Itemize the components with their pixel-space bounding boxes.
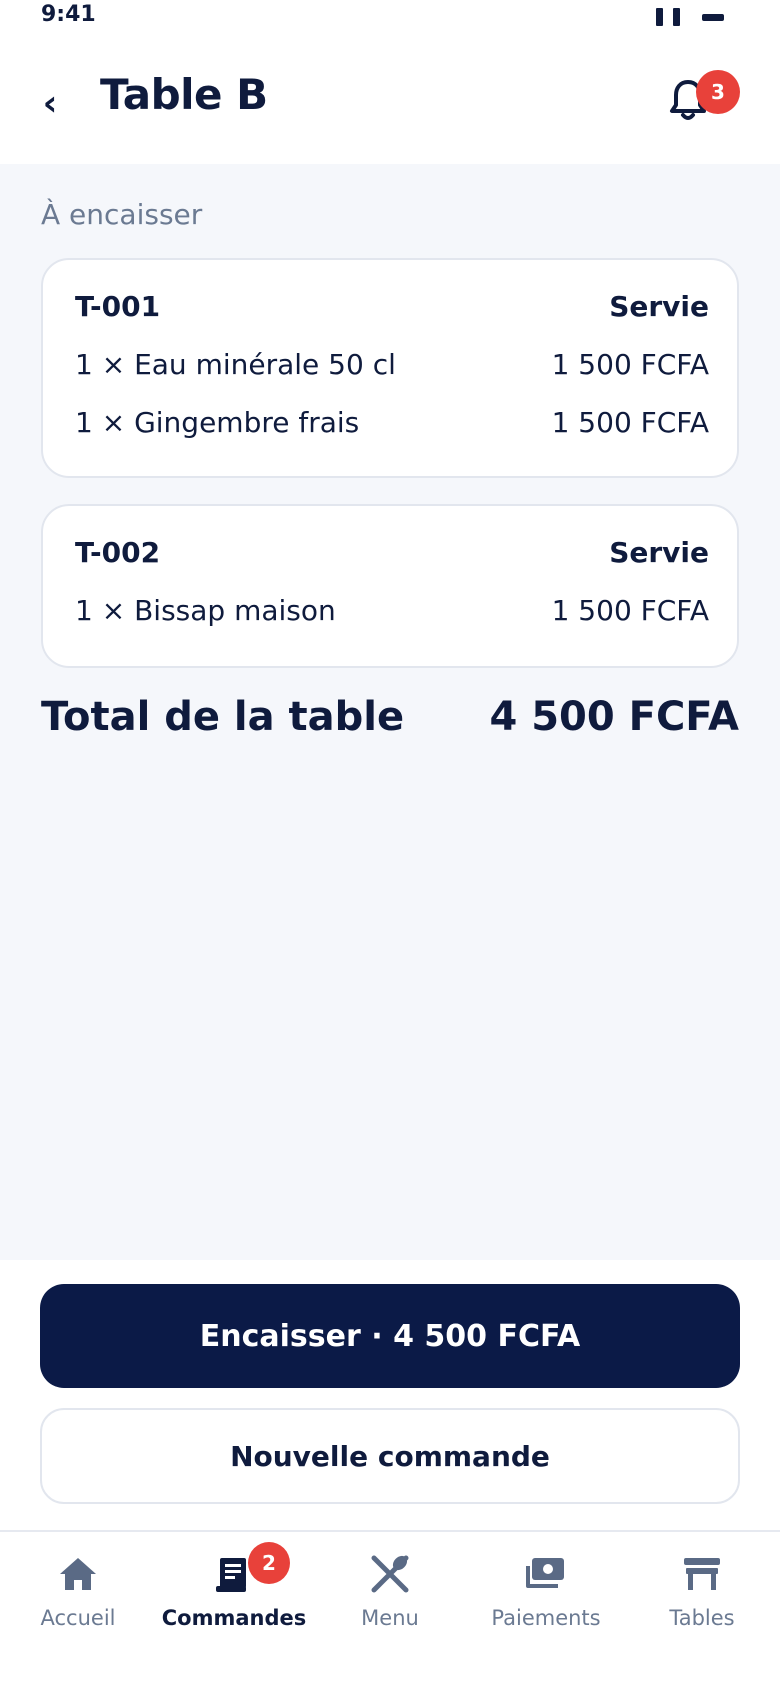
- status-bar: 9:41: [0, 0, 780, 40]
- item-price: 1 500 FCFA: [551, 348, 709, 381]
- tab-menu[interactable]: Menu: [312, 1550, 468, 1660]
- table-total: Total de la table 4 500 FCFA: [41, 694, 739, 740]
- action-bar: Encaisser · 4 500 FCFA Nouvelle commande: [0, 1260, 780, 1530]
- total-label: Total de la table: [41, 694, 405, 740]
- orders-badge: 2: [248, 1542, 290, 1584]
- order-header: T-002 Servie: [75, 536, 709, 569]
- order-item: 1 × Bissap maison 1 500 FCFA: [75, 594, 709, 627]
- orders-icon: 2: [210, 1542, 290, 1598]
- new-order-button[interactable]: Nouvelle commande: [40, 1408, 740, 1504]
- tab-label: Paiements: [491, 1606, 601, 1630]
- battery-icon: [702, 13, 724, 21]
- order-id: T-001: [75, 290, 161, 323]
- home-icon: [54, 1550, 102, 1598]
- signal-icon: [656, 8, 663, 26]
- item-price: 1 500 FCFA: [551, 594, 709, 627]
- item-name: 1 × Gingembre frais: [75, 406, 360, 439]
- order-id: T-002: [75, 536, 161, 569]
- tab-commandes[interactable]: 2 Commandes: [156, 1542, 312, 1660]
- order-card[interactable]: T-001 Servie 1 × Eau minérale 50 cl 1 50…: [41, 258, 739, 478]
- tab-accueil[interactable]: Accueil: [0, 1550, 156, 1660]
- tab-paiements[interactable]: Paiements: [468, 1550, 624, 1660]
- back-button[interactable]: ‹: [30, 78, 70, 128]
- item-name: 1 × Eau minérale 50 cl: [75, 348, 396, 381]
- tab-label: Accueil: [40, 1606, 116, 1630]
- section-label: À encaisser: [41, 198, 203, 231]
- order-item: 1 × Gingembre frais 1 500 FCFA: [75, 406, 709, 439]
- notifications-button[interactable]: 3: [664, 70, 740, 132]
- order-header: T-001 Servie: [75, 290, 709, 323]
- total-value: 4 500 FCFA: [489, 694, 739, 740]
- order-status: Servie: [609, 290, 709, 323]
- order-item: 1 × Eau minérale 50 cl 1 500 FCFA: [75, 348, 709, 381]
- item-name: 1 × Bissap maison: [75, 594, 336, 627]
- tab-label: Commandes: [161, 1606, 307, 1630]
- header: ‹ Table B 3: [0, 40, 780, 164]
- order-status: Servie: [609, 536, 709, 569]
- main-content: À encaisser T-001 Servie 1 × Eau minéral…: [0, 164, 780, 1260]
- page-title: Table B: [100, 70, 268, 119]
- chevron-left-icon: ‹: [42, 82, 58, 124]
- table-icon: [678, 1550, 726, 1598]
- tab-label: Tables: [669, 1606, 735, 1630]
- status-icons: [656, 8, 724, 26]
- tab-bar: Accueil 2 Commandes Menu Paiements Table…: [0, 1530, 780, 1688]
- utensils-icon: [366, 1550, 414, 1598]
- order-card[interactable]: T-002 Servie 1 × Bissap maison 1 500 FCF…: [41, 504, 739, 668]
- payments-icon: [522, 1550, 570, 1598]
- checkout-button[interactable]: Encaisser · 4 500 FCFA: [40, 1284, 740, 1388]
- item-price: 1 500 FCFA: [551, 406, 709, 439]
- wifi-icon: [673, 8, 680, 26]
- tab-tables[interactable]: Tables: [624, 1550, 780, 1660]
- status-time: 9:41: [41, 2, 96, 27]
- tab-label: Menu: [361, 1606, 419, 1630]
- notification-badge: 3: [696, 70, 740, 114]
